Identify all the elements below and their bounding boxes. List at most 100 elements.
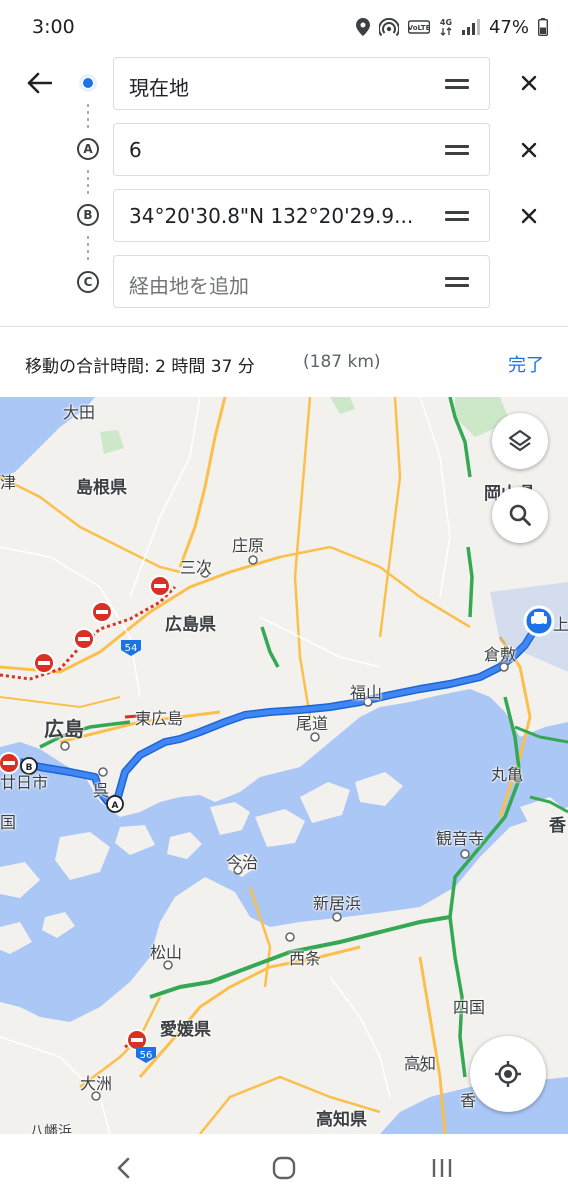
map-label-kochi: 高知: [404, 1054, 437, 1073]
map-label-kagawa: 香: [549, 816, 566, 836]
nav-home-icon: [272, 1156, 296, 1180]
route-panel: 現在地 A 6 B 34°20'30.8"N 132°20'29.9... C …: [0, 56, 568, 326]
remove-stop-button-origin[interactable]: [512, 66, 546, 100]
search-button[interactable]: [492, 487, 548, 543]
origin-marker: [75, 70, 101, 96]
status-time: 3:00: [32, 16, 75, 38]
map-label-marugame: 丸亀: [491, 765, 524, 784]
map-label-ozu: 大洲: [80, 1074, 113, 1093]
nav-back-icon: [117, 1157, 130, 1179]
road-closure-icon: [149, 575, 171, 597]
map-label-matsuyama: 松山: [150, 943, 183, 962]
waypoint-c-icon: C: [77, 271, 99, 293]
total-travel-time: 移動の合計時間: 2 時間 37 分: [25, 357, 255, 377]
close-icon: [521, 75, 537, 91]
map-label-fukuyama: 福山: [350, 683, 383, 702]
stop-text: 6: [129, 138, 142, 162]
stop-marker-a: A: [75, 136, 101, 162]
connector: [87, 168, 89, 194]
waypoint-b-icon: B: [77, 204, 99, 226]
layers-icon: [508, 429, 532, 452]
drag-handle-icon[interactable]: [445, 275, 469, 289]
signal-icon: [461, 19, 480, 35]
location-pin-icon: [355, 18, 370, 36]
nav-recents-button[interactable]: [422, 1148, 462, 1188]
stop-field-a[interactable]: 6: [113, 123, 490, 176]
waypoint-a-icon: A: [77, 138, 99, 160]
hotspot-icon: [378, 18, 399, 36]
map-label-ota: 大田: [63, 403, 96, 422]
battery-percent: 47%: [488, 16, 529, 38]
layers-button[interactable]: [492, 413, 548, 469]
map-label-koku: 国: [0, 813, 17, 832]
done-button[interactable]: 完了: [508, 351, 544, 377]
stop-text: 現在地: [129, 76, 189, 100]
nav-back-button[interactable]: [104, 1148, 144, 1188]
back-button[interactable]: [18, 62, 60, 104]
stop-marker-c: C: [75, 269, 101, 295]
close-icon: [521, 208, 537, 224]
svg-text:VoLTE: VoLTE: [408, 24, 430, 32]
drag-handle-icon[interactable]: [445, 77, 469, 91]
map-label-tsu: 津: [0, 473, 17, 492]
my-location-button[interactable]: [470, 1036, 546, 1112]
map-label-kurashiki: 倉敷: [484, 645, 517, 664]
map-label-ehime: 愛媛県: [160, 1020, 211, 1040]
road-closure-icon: [91, 601, 113, 623]
search-icon: [509, 504, 531, 526]
map-label-hiroshima: 広島: [44, 717, 84, 741]
map-label-miyoshi: 三次: [180, 558, 213, 577]
connector: [87, 234, 89, 260]
road-closure-icon: [33, 652, 55, 674]
map-label-kure: 呉: [93, 781, 110, 800]
road-closure-icon: [73, 628, 95, 650]
map-label-higashihiroshima: 東広島: [135, 709, 184, 728]
system-nav-bar: [0, 1134, 568, 1200]
svg-text:4G: 4G: [440, 18, 452, 27]
nav-home-button[interactable]: [264, 1148, 304, 1188]
current-location-dot-icon: [79, 74, 97, 92]
total-distance: (187 km): [303, 352, 381, 372]
battery-icon: [538, 18, 548, 36]
stop-marker-b: B: [75, 202, 101, 228]
map-canvas: 54 56 A B: [0, 397, 568, 1134]
nav-recents-icon: [432, 1159, 452, 1177]
map-label-kami: 上: [553, 615, 568, 634]
stop-field-b[interactable]: 34°20'30.8"N 132°20'29.9...: [113, 189, 490, 242]
stop-field-origin[interactable]: 現在地: [113, 57, 490, 110]
status-icons: VoLTE 4G 47%: [355, 14, 548, 40]
map-waypoint-a[interactable]: A: [106, 795, 124, 813]
map-label-hatsukaichi: 廿日市: [0, 773, 49, 792]
map-label-niihama: 新居浜: [313, 894, 362, 913]
my-location-icon: [495, 1061, 521, 1087]
status-bar: 3:00 VoLTE 4G 47%: [0, 0, 568, 56]
map-view[interactable]: 54 56 A B 大田 津 島根県 三次 庄原 広島県 岡山県 倉敷 上 福山: [0, 397, 568, 1134]
map-label-onomichi: 尾道: [296, 714, 329, 733]
car-location-icon: [523, 605, 555, 637]
drag-handle-icon[interactable]: [445, 143, 469, 157]
arrow-left-icon: [27, 72, 52, 94]
remove-stop-button-b[interactable]: [512, 199, 546, 233]
map-label-shikokuchuo: 四国: [453, 998, 486, 1017]
svg-text:56: 56: [140, 1050, 153, 1061]
close-icon: [521, 142, 537, 158]
stop-text: 34°20'30.8"N 132°20'29.9...: [129, 204, 414, 228]
route-summary: 移動の合計時間: 2 時間 37 分 (187 km) 完了: [0, 327, 568, 397]
map-label-hiroshima-pref: 広島県: [165, 615, 216, 635]
remove-stop-button-a[interactable]: [512, 133, 546, 167]
map-label-shobara: 庄原: [232, 536, 265, 555]
map-label-kanonji: 観音寺: [436, 829, 485, 848]
svg-text:54: 54: [125, 643, 138, 654]
map-label-kochi-pref: 高知県: [316, 1110, 367, 1130]
map-label-shimane: 島根県: [76, 478, 127, 498]
map-label-saijo: 西条: [289, 949, 322, 968]
drag-handle-icon[interactable]: [445, 209, 469, 223]
add-stop-field[interactable]: 経由地を追加: [113, 255, 490, 308]
connector: [87, 102, 89, 128]
volte-icon: VoLTE: [407, 19, 430, 35]
map-label-yawatahama: 八幡浜: [30, 1124, 72, 1134]
map-label-imabari: 今治: [226, 853, 259, 872]
network-4g-icon: 4G: [439, 17, 453, 37]
add-stop-placeholder: 経由地を追加: [129, 274, 249, 298]
svg-text:A: A: [112, 801, 119, 811]
